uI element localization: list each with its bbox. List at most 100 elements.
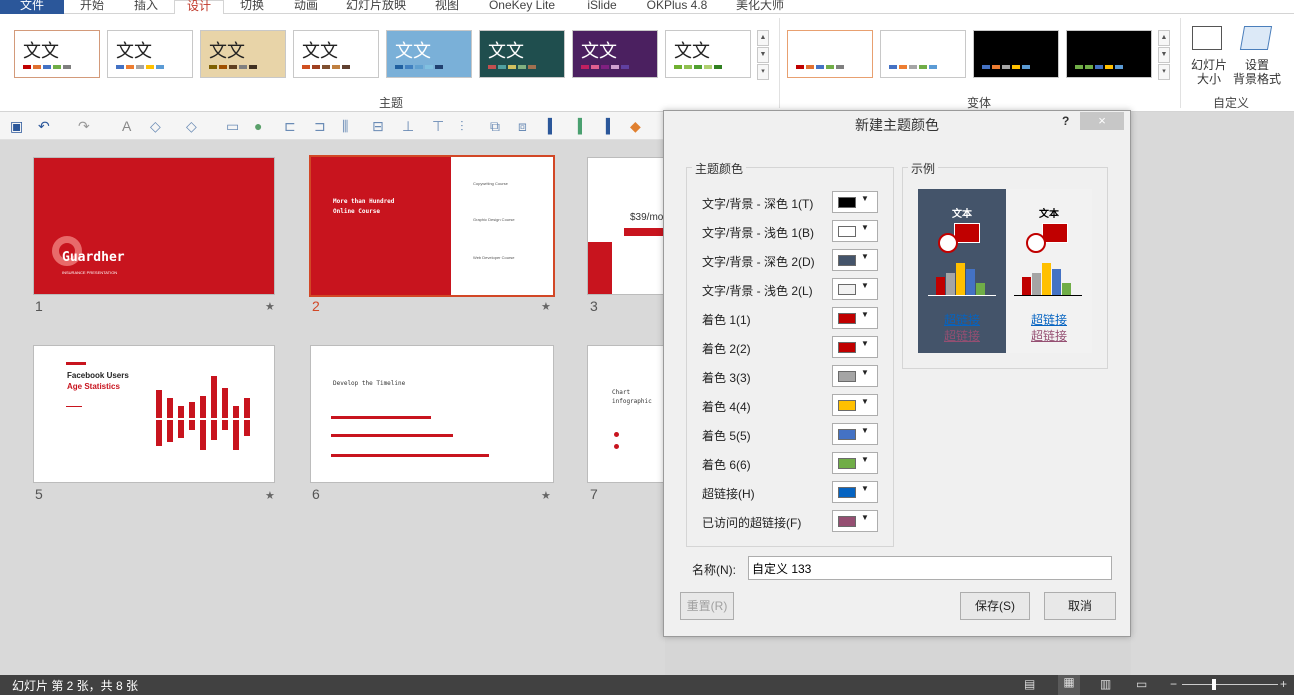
sample-bar (1022, 277, 1031, 295)
theme-thumbnail[interactable]: 文文 (479, 30, 565, 78)
tab-animations[interactable]: 动画 (280, 0, 332, 14)
bar-blue-icon[interactable]: ▍ (548, 118, 559, 135)
color-picker-button[interactable]: ▼ (832, 307, 878, 329)
slide-size-button[interactable]: 幻灯片 大小 (1186, 20, 1232, 92)
variant-thumbnail[interactable] (880, 30, 966, 78)
color-swatch (33, 65, 41, 69)
color-picker-button[interactable]: ▼ (832, 220, 878, 242)
color-swatch (806, 65, 814, 69)
shape-fill-icon[interactable]: ◇ (150, 118, 161, 135)
tab-slideshow[interactable]: 幻灯片放映 (334, 0, 418, 14)
color-picker-button[interactable]: ▼ (832, 452, 878, 474)
variant-thumbnail[interactable] (1066, 30, 1152, 78)
gallery-more-icon[interactable]: ▾ (757, 64, 769, 80)
zoom-out-icon[interactable]: − (1170, 677, 1177, 691)
variant-down-icon[interactable]: ▼ (1158, 47, 1170, 63)
align-top-icon[interactable]: ⊤ (432, 118, 444, 135)
slide-size-label: 幻灯片 大小 (1190, 58, 1227, 86)
align-middle-icon[interactable]: ⊟ (372, 118, 384, 135)
bar-green-icon[interactable]: ▍ (578, 118, 589, 135)
shape-outline-icon[interactable]: ◇ (186, 118, 197, 135)
ungroup-icon[interactable]: ⧈ (518, 118, 527, 135)
sample-axis (1014, 295, 1082, 296)
variant-thumbnail[interactable] (787, 30, 873, 78)
color-picker-button[interactable]: ▼ (832, 249, 878, 271)
theme-thumbnail[interactable]: 文文 (14, 30, 100, 78)
color-swatch (528, 65, 536, 69)
zoom-slider[interactable] (1182, 684, 1278, 685)
close-button[interactable]: × (1080, 112, 1124, 130)
tab-meihua[interactable]: 美化大师 (720, 0, 800, 14)
theme-thumbnail[interactable]: 文文 (200, 30, 286, 78)
font-icon[interactable]: A (122, 118, 131, 134)
variant-more-icon[interactable]: ▾ (1158, 64, 1170, 80)
variant-thumbnail[interactable] (973, 30, 1059, 78)
tab-home[interactable]: 开始 (64, 0, 120, 14)
group-icon[interactable]: ⧉ (490, 118, 500, 135)
color-picker-button[interactable]: ▼ (832, 423, 878, 445)
theme-thumbnail[interactable]: 文文 (665, 30, 751, 78)
save-icon[interactable]: ▣ (10, 118, 23, 135)
slide-thumbnail-5[interactable]: Facebook Users Age Statistics (33, 345, 275, 483)
color-picker-button[interactable]: ▼ (832, 278, 878, 300)
color-swatch (23, 65, 31, 69)
color-swatch (929, 65, 937, 69)
color-swatch (838, 342, 856, 353)
distribute-vertical-icon[interactable]: ⫶ (460, 118, 464, 135)
color-picker-button[interactable]: ▼ (832, 394, 878, 416)
gallery-down-icon[interactable]: ▼ (757, 47, 769, 63)
color-swatch (342, 65, 350, 69)
tab-view[interactable]: 视图 (420, 0, 474, 14)
tab-insert[interactable]: 插入 (120, 0, 172, 14)
bar-blue2-icon[interactable]: ▍ (606, 118, 617, 135)
color-picker-button[interactable]: ▼ (832, 510, 878, 532)
variant-up-icon[interactable]: ▲ (1158, 30, 1170, 46)
reset-button[interactable]: 重置(R) (680, 592, 734, 620)
theme-thumbnail[interactable]: 文文 (107, 30, 193, 78)
color-picker-button[interactable]: ▼ (832, 191, 878, 213)
circle-icon[interactable]: ● (254, 118, 262, 134)
zoom-in-icon[interactable]: + (1280, 677, 1287, 691)
undo-icon[interactable]: ↶ (38, 118, 50, 135)
slide2-item: Graphic Design Course (473, 217, 515, 222)
color-picker-button[interactable]: ▼ (832, 365, 878, 387)
slide-thumbnail-1[interactable]: Guardher INSURANCE PRESENTATION (33, 157, 275, 295)
gallery-up-icon[interactable]: ▲ (757, 30, 769, 46)
paint-icon[interactable]: ◆ (630, 118, 641, 135)
save-button[interactable]: 保存(S) (960, 592, 1030, 620)
distribute-icon[interactable]: ⫼ (342, 118, 348, 135)
redo-icon[interactable]: ↷ (78, 118, 90, 135)
name-input[interactable] (748, 556, 1112, 580)
tab-onekey[interactable]: OneKey Lite (476, 0, 568, 14)
color-swatch (249, 65, 257, 69)
tab-file[interactable]: 文件 (0, 0, 64, 14)
tab-okplus[interactable]: OKPlus 4.8 (636, 0, 718, 14)
color-picker-button[interactable]: ▼ (832, 336, 878, 358)
help-icon[interactable]: ? (1062, 114, 1069, 128)
slide-thumbnail-6[interactable]: Develop the Timeline (310, 345, 554, 483)
reading-view-icon[interactable]: ▥ (1100, 677, 1111, 691)
tab-transitions[interactable]: 切换 (226, 0, 278, 14)
zoom-slider-thumb[interactable] (1212, 679, 1216, 690)
align-center-icon[interactable]: ⊐ (314, 118, 326, 135)
cancel-button[interactable]: 取消 (1044, 592, 1116, 620)
align-bottom-icon[interactable]: ⊥ (402, 118, 414, 135)
slide-thumbnail-7[interactable]: Chart infographic (587, 345, 667, 483)
color-swatch (836, 65, 844, 69)
theme-thumbnail[interactable]: 文文 (293, 30, 379, 78)
align-left-icon[interactable]: ⊏ (284, 118, 296, 135)
slide-sorter-icon[interactable]: ▦ (1058, 675, 1080, 695)
color-picker-button[interactable]: ▼ (832, 481, 878, 503)
textbox-icon[interactable]: ▭ (226, 118, 239, 135)
slide-thumbnail-2[interactable]: More than Hundred Online Course Copywrit… (309, 155, 555, 297)
dropdown-arrow-icon: ▼ (861, 426, 869, 435)
slide-thumbnail-3[interactable]: $39/mo (587, 157, 667, 295)
tab-design[interactable]: 设计 (174, 0, 224, 15)
tab-islide[interactable]: iSlide (570, 0, 634, 14)
color-swatch (694, 65, 702, 69)
notes-icon[interactable]: ▤ (1024, 677, 1035, 691)
slideshow-icon[interactable]: ▭ (1136, 677, 1147, 691)
theme-thumbnail[interactable]: 文文 (572, 30, 658, 78)
format-background-button[interactable]: 设置 背景格式 (1230, 20, 1284, 92)
theme-thumbnail[interactable]: 文文 (386, 30, 472, 78)
